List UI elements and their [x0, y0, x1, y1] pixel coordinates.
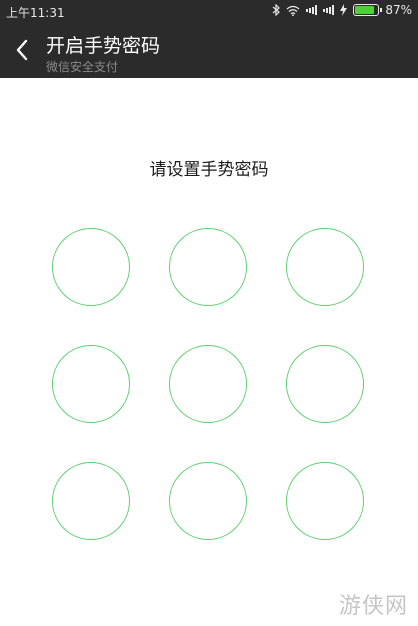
gesture-dot[interactable] — [52, 462, 130, 540]
watermark-text: 游侠网 — [338, 594, 408, 619]
gesture-dot[interactable] — [169, 462, 247, 540]
gesture-dot[interactable] — [286, 345, 364, 423]
gesture-dot[interactable] — [286, 462, 364, 540]
gesture-dot[interactable] — [52, 345, 130, 423]
gesture-dot[interactable] — [52, 228, 130, 306]
gesture-dot[interactable] — [286, 228, 364, 306]
gesture-dot[interactable] — [169, 228, 247, 306]
gesture-dot[interactable] — [169, 345, 247, 423]
gesture-pattern-grid — [0, 0, 418, 626]
